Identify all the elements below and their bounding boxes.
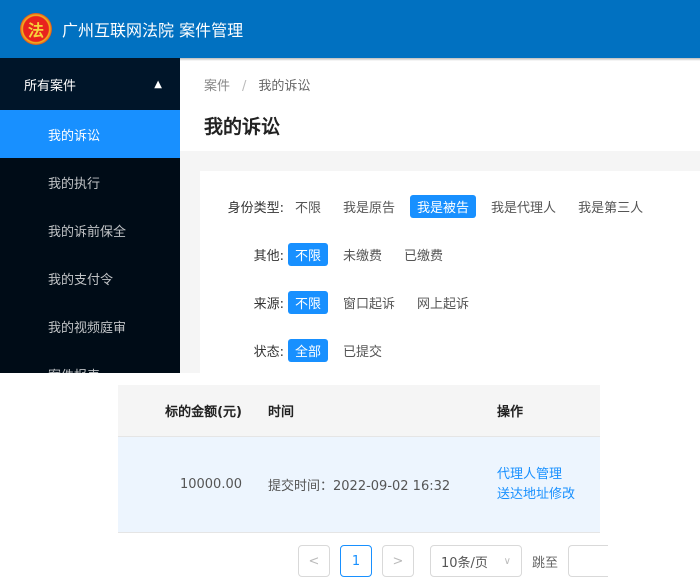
agent-management-link[interactable]: 代理人管理	[497, 465, 575, 485]
filter-option-selected[interactable]: 全部	[288, 339, 329, 362]
filter-option-selected[interactable]: 不限	[288, 291, 329, 314]
filter-panel: 身份类型: 不限 我是原告 我是被告 我是代理人 我是第三人 其他: 不限 未缴费 已缴费 …	[200, 171, 700, 381]
sidebar-item-video-court[interactable]: 我的视频庭审	[0, 302, 180, 350]
sidebar-item-my-litigation[interactable]: 我的诉讼	[0, 110, 180, 158]
cell-amount: 10000.00	[179, 477, 242, 492]
breadcrumb-current: 我的诉讼	[258, 79, 311, 94]
sidebar-item-payment-order[interactable]: 我的支付令	[0, 254, 180, 302]
filter-label: 其他:	[253, 249, 284, 264]
filter-option[interactable]: 我是代理人	[484, 195, 563, 218]
filter-option[interactable]: 已缴费	[397, 243, 450, 266]
app-title: 广州互联网法院 案件管理	[62, 21, 244, 40]
page-size-select[interactable]: 10条/页 ∨	[430, 545, 522, 577]
prev-page-button[interactable]: <	[298, 545, 330, 577]
breadcrumb: 案件 / 我的诉讼	[204, 75, 676, 94]
column-header-time: 时间	[268, 405, 295, 420]
sidebar-group-all-cases[interactable]: 所有案件 ▲	[0, 58, 180, 110]
filter-identity: 身份类型: 不限 我是原告 我是被告 我是代理人 我是第三人	[200, 195, 658, 218]
filter-status: 状态: 全部 已提交	[200, 339, 397, 362]
filter-option-selected[interactable]: 不限	[288, 243, 329, 266]
sidebar-group-label: 所有案件	[24, 78, 77, 94]
table-header: 标的金额(元) 时间 操作	[118, 385, 600, 437]
jump-page-input[interactable]	[568, 545, 609, 577]
sidebar: 所有案件▲ 我的诉讼 我的执行 我的诉前保全 我的支付令 我的视频庭审 案件报表	[0, 58, 180, 384]
filter-source: 来源: 不限 窗口起诉 网上起诉	[200, 291, 484, 314]
table-row: 10000.00 提交时间：2022-09-02 16:32 代理人管理 送达地址修改	[118, 437, 600, 533]
filter-label: 来源:	[253, 297, 284, 312]
page-title: 我的诉讼	[204, 116, 281, 138]
filter-label: 状态:	[253, 345, 284, 360]
filter-option[interactable]: 我是原告	[336, 195, 402, 218]
breadcrumb-separator: /	[242, 79, 247, 94]
chevron-up-icon: ▲	[154, 78, 162, 90]
page-size-value: 10条/页	[441, 555, 488, 571]
case-table: 标的金额(元) 时间 操作 10000.00 提交时间：2022-09-02 16:3…	[118, 385, 600, 533]
filter-option[interactable]: 网上起诉	[410, 291, 476, 314]
page-1-button[interactable]: 1	[340, 545, 372, 577]
pagination: < 1 > 10条/页 ∨ 跳至	[298, 545, 609, 577]
address-edit-link[interactable]: 送达地址修改	[497, 485, 575, 505]
next-page-button[interactable]: >	[382, 545, 414, 577]
jump-label: 跳至	[532, 555, 559, 571]
breadcrumb-root[interactable]: 案件	[204, 79, 230, 94]
filter-option-selected[interactable]: 我是被告	[410, 195, 477, 218]
filter-option[interactable]: 我是第三人	[571, 195, 650, 218]
sidebar-item-pre-litigation[interactable]: 我的诉前保全	[0, 206, 180, 254]
main-content: 案件 / 我的诉讼 我的诉讼 身份类型: 不限 我是原告 我是被告 我是代理人 我是第三人 …	[180, 61, 700, 381]
chevron-down-icon: ∨	[503, 555, 511, 567]
column-header-amount: 标的金额(元)	[165, 405, 242, 420]
results-panel: 标的金额(元) 时间 操作 10000.00 提交时间：2022-09-02 16:3…	[0, 373, 700, 586]
cell-time: 提交时间：2022-09-02 16:32	[268, 479, 451, 494]
filter-option[interactable]: 不限	[288, 195, 328, 218]
sidebar-item-my-execution[interactable]: 我的执行	[0, 158, 180, 206]
app-header: 法 广州互联网法院 案件管理	[0, 0, 700, 58]
column-header-actions: 操作	[497, 405, 524, 420]
filter-other: 其他: 不限 未缴费 已缴费	[200, 243, 458, 266]
filter-option[interactable]: 未缴费	[336, 243, 389, 266]
filter-option[interactable]: 窗口起诉	[336, 291, 402, 314]
filter-option[interactable]: 已提交	[336, 339, 389, 362]
court-emblem-icon: 法	[20, 13, 52, 45]
filter-label: 身份类型:	[227, 201, 284, 216]
